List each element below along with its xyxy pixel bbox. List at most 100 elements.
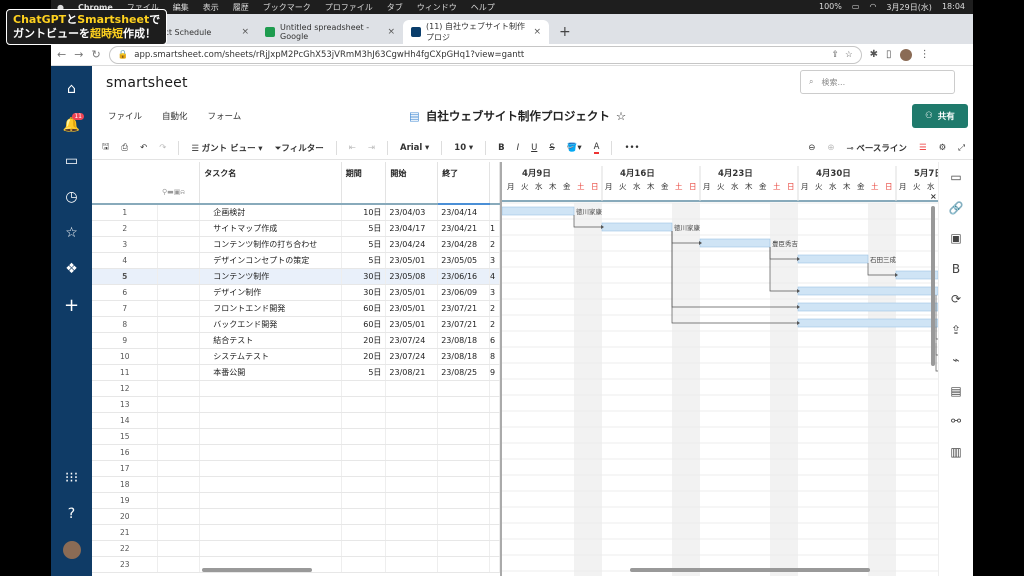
- expand-icon[interactable]: ⤢: [958, 143, 973, 153]
- row-actions[interactable]: [157, 252, 201, 269]
- duration-cell[interactable]: 10日: [341, 204, 387, 221]
- filter-button[interactable]: ⏷フィルター: [275, 142, 324, 154]
- row-number[interactable]: 20: [92, 508, 159, 525]
- print-icon[interactable]: ⎙: [121, 143, 128, 153]
- empty-cell[interactable]: [199, 508, 342, 525]
- automation-icon[interactable]: ⚯: [939, 406, 974, 437]
- empty-cell[interactable]: [199, 444, 342, 461]
- empty-cell[interactable]: [341, 524, 387, 541]
- browse-folder-icon[interactable]: ▭: [51, 143, 92, 179]
- outdent-icon[interactable]: ⇤: [349, 143, 356, 153]
- menubar-item[interactable]: 履歴: [233, 2, 249, 13]
- bold-icon[interactable]: B: [498, 143, 504, 153]
- start-date-cell[interactable]: 23/04/24: [385, 236, 439, 253]
- row-number[interactable]: 17: [92, 460, 159, 477]
- end-date-cell[interactable]: 23/04/21: [437, 220, 490, 237]
- empty-cell[interactable]: [385, 428, 439, 445]
- lock-icon[interactable]: 🔒: [118, 50, 129, 60]
- empty-cell[interactable]: [199, 412, 342, 429]
- row-actions[interactable]: [157, 268, 201, 285]
- redo-icon[interactable]: ↷: [159, 143, 166, 153]
- row-number[interactable]: 21: [92, 524, 159, 541]
- forms-icon[interactable]: ▤: [939, 376, 974, 407]
- row-actions[interactable]: [157, 220, 201, 237]
- row-actions[interactable]: [157, 284, 201, 301]
- table-row[interactable]: 3 コンテンツ制作の打ち合わせ 5日 23/04/24 23/04/28 2: [92, 236, 500, 253]
- empty-cell[interactable]: [489, 380, 500, 397]
- empty-cell[interactable]: [199, 476, 342, 493]
- empty-cell[interactable]: [341, 396, 387, 413]
- empty-cell[interactable]: [489, 556, 500, 573]
- predecessor-cell[interactable]: 2: [489, 236, 500, 253]
- row-number[interactable]: 23: [92, 556, 159, 573]
- empty-cell[interactable]: [437, 524, 490, 541]
- predecessor-cell[interactable]: 2: [489, 300, 500, 317]
- empty-cell[interactable]: [437, 412, 490, 429]
- menu-forms[interactable]: フォーム: [208, 110, 242, 122]
- table-row[interactable]: 1 企画検討 10日 23/04/03 23/04/14: [92, 204, 500, 221]
- empty-cell[interactable]: [437, 556, 490, 573]
- save-icon[interactable]: 🖫: [102, 141, 109, 155]
- duration-cell[interactable]: 5日: [341, 220, 387, 237]
- duration-cell[interactable]: 60日: [341, 300, 387, 317]
- end-date-cell[interactable]: 23/07/21: [437, 316, 490, 333]
- row-number[interactable]: 6: [92, 284, 159, 301]
- end-date-cell[interactable]: 23/04/28: [437, 236, 490, 253]
- empty-cell[interactable]: [385, 556, 439, 573]
- time-text[interactable]: 18:04: [942, 2, 965, 13]
- empty-cell[interactable]: [157, 428, 201, 445]
- task-name-cell[interactable]: システムテスト: [199, 348, 342, 365]
- italic-icon[interactable]: I: [517, 143, 520, 153]
- empty-cell[interactable]: [341, 412, 387, 429]
- fill-color-icon[interactable]: 🪣▾: [567, 143, 582, 153]
- end-date-cell[interactable]: 23/06/16: [437, 268, 490, 285]
- row-number[interactable]: 19: [92, 492, 159, 509]
- empty-cell[interactable]: [437, 396, 490, 413]
- table-row[interactable]: 22: [92, 540, 500, 557]
- comments-icon[interactable]: ▭: [939, 162, 974, 193]
- table-row[interactable]: 19: [92, 492, 500, 509]
- row-number[interactable]: 1: [92, 204, 159, 221]
- empty-cell[interactable]: [157, 460, 201, 477]
- empty-cell[interactable]: [437, 476, 490, 493]
- row-number[interactable]: 22: [92, 540, 159, 557]
- task-name-cell[interactable]: デザイン制作: [199, 284, 342, 301]
- back-icon[interactable]: ←: [57, 48, 66, 61]
- start-date-cell[interactable]: 23/08/21: [385, 364, 439, 381]
- row-number[interactable]: 14: [92, 412, 159, 429]
- recents-clock-icon[interactable]: ◷: [51, 179, 92, 215]
- row-number[interactable]: 3: [92, 236, 159, 253]
- duration-cell[interactable]: 20日: [341, 348, 387, 365]
- empty-cell[interactable]: [489, 412, 500, 429]
- end-date-cell[interactable]: 23/08/25: [437, 364, 490, 381]
- start-date-cell[interactable]: 23/04/17: [385, 220, 439, 237]
- empty-cell[interactable]: [157, 540, 201, 557]
- empty-cell[interactable]: [341, 556, 387, 573]
- empty-cell[interactable]: [489, 540, 500, 557]
- font-size-select[interactable]: 10 ▾: [454, 143, 473, 153]
- empty-cell[interactable]: [437, 444, 490, 461]
- empty-cell[interactable]: [199, 524, 342, 541]
- task-name-cell[interactable]: デザインコンセプトの策定: [199, 252, 342, 269]
- empty-cell[interactable]: [437, 460, 490, 477]
- reports-chart-icon[interactable]: ▥: [939, 437, 974, 468]
- reload-icon[interactable]: ↻: [91, 48, 100, 61]
- attachments-link-icon[interactable]: 🔗: [939, 193, 974, 224]
- settings-gear-icon[interactable]: ⚙: [939, 143, 947, 153]
- wifi-icon[interactable]: ◠: [869, 2, 876, 13]
- predecessor-cell[interactable]: 6: [489, 332, 500, 349]
- gantt-horizontal-scrollbar[interactable]: [630, 568, 870, 572]
- row-number[interactable]: 5: [92, 268, 159, 285]
- duration-cell[interactable]: 20日: [341, 332, 387, 349]
- predecessor-cell[interactable]: 8: [489, 348, 500, 365]
- help-icon[interactable]: ?: [51, 496, 92, 532]
- empty-cell[interactable]: [199, 428, 342, 445]
- more-icon[interactable]: •••: [624, 143, 639, 153]
- share-page-icon[interactable]: ⇪: [831, 50, 839, 60]
- zoom-out-icon[interactable]: ⊖: [808, 143, 815, 153]
- empty-cell[interactable]: [341, 444, 387, 461]
- extensions-icon[interactable]: ✱: [870, 49, 878, 60]
- row-number[interactable]: 11: [92, 364, 159, 381]
- create-plus-icon[interactable]: +: [51, 287, 92, 323]
- empty-cell[interactable]: [157, 508, 201, 525]
